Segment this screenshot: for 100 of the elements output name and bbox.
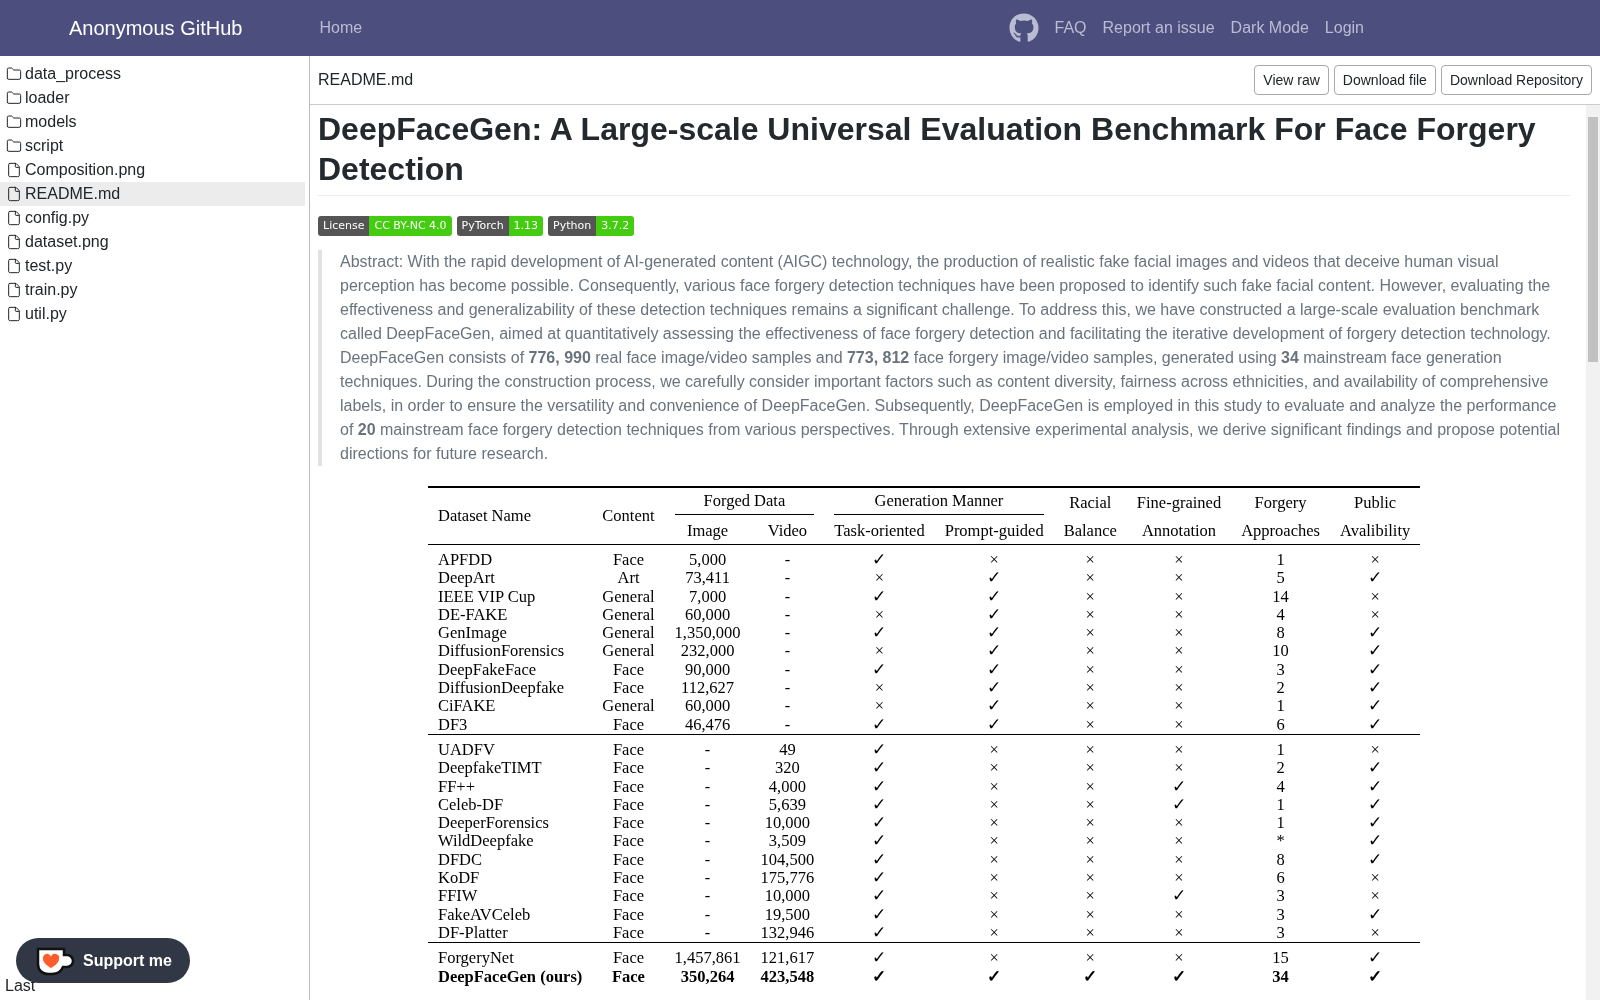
table-cell: ×: [1085, 696, 1095, 716]
nav-link[interactable]: FAQ: [1054, 19, 1087, 37]
table-cell: ✓: [987, 714, 1002, 734]
brand-title[interactable]: Anonymous GitHub: [69, 16, 243, 40]
table-cell: ✓: [872, 948, 887, 968]
github-icon[interactable]: [1008, 13, 1039, 43]
table-cell: ✓: [1172, 886, 1186, 906]
table-cell: 3: [1276, 922, 1285, 942]
table-cell: ✓: [1368, 641, 1383, 661]
table-cell: ×: [989, 849, 999, 869]
table-cell: Face: [612, 794, 645, 814]
table-cell: ×: [1174, 868, 1184, 888]
tree-item[interactable]: loader: [0, 86, 305, 110]
table-cell: ×: [1174, 758, 1184, 778]
table-cell: ✓: [987, 604, 1002, 624]
table-cell: 132,946: [760, 922, 815, 942]
nav-link[interactable]: Report an issue: [1102, 19, 1215, 37]
table-cell: IEEE VIP Cup: [438, 586, 536, 606]
table-cell: ✓: [1368, 568, 1383, 588]
table-cell: 175,776: [760, 868, 815, 888]
table-cell: ×: [1085, 922, 1095, 942]
table-cell: ×: [1174, 813, 1184, 833]
table-cell: ×: [1085, 794, 1095, 814]
nav-link[interactable]: Login: [1324, 19, 1364, 37]
table-cell: -: [704, 831, 711, 851]
table-cell: 15: [1272, 948, 1289, 968]
table-cell: DFDC: [438, 849, 482, 869]
column-header: Forgery: [1254, 493, 1307, 512]
tree-item[interactable]: data_process: [0, 62, 305, 86]
table-cell: DeepFakeFace: [438, 659, 537, 679]
table-cell: ×: [1370, 868, 1380, 888]
table-cell: -: [704, 849, 711, 869]
table-cell: ×: [1085, 586, 1095, 606]
table-cell: ✓: [872, 758, 887, 778]
table-cell: ×: [1085, 550, 1095, 569]
table-cell: -: [784, 568, 791, 588]
nav-link[interactable]: Dark Mode: [1230, 19, 1309, 37]
nav-link[interactable]: Home: [319, 19, 363, 37]
table-cell: FakeAVCeleb: [438, 904, 531, 924]
tree-item[interactable]: README.md: [0, 182, 305, 206]
table-cell: -: [784, 714, 791, 734]
table-cell: ×: [874, 678, 885, 698]
table-cell: Face: [612, 550, 645, 569]
table-cell: APFDD: [438, 550, 493, 569]
table-cell: ×: [989, 831, 999, 851]
tree-item[interactable]: train.py: [0, 278, 305, 302]
support-button[interactable]: Support me: [16, 938, 190, 983]
table-cell: ✓: [987, 586, 1002, 606]
table-cell: ✓: [1368, 813, 1383, 833]
table-cell: ×: [1174, 586, 1184, 606]
table-cell: ×: [1085, 904, 1095, 924]
tree-item[interactable]: config.py: [0, 206, 305, 230]
tree-item[interactable]: test.py: [0, 254, 305, 278]
table-cell: DeepfakeTIMT: [438, 758, 542, 778]
table-cell: -: [784, 678, 791, 698]
table-cell: -: [784, 623, 791, 643]
table-cell: ×: [874, 568, 885, 588]
table-cell: 10: [1272, 641, 1289, 661]
file-action-button[interactable]: Download file: [1333, 65, 1436, 95]
table-cell: ×: [1085, 604, 1095, 624]
table-cell: Face: [612, 904, 645, 924]
table-cell: ×: [1174, 568, 1184, 588]
tree-item[interactable]: Composition.png: [0, 158, 305, 182]
folder-icon: [6, 66, 22, 82]
table-cell: General: [602, 696, 655, 716]
table-cell: ✓: [872, 659, 887, 679]
table-cell: ✓: [1368, 623, 1383, 643]
table-cell: DF3: [438, 714, 468, 734]
table-cell: ×: [1174, 831, 1184, 851]
table-cell: Face: [612, 849, 645, 869]
tree-item[interactable]: script: [0, 134, 305, 158]
file-action-button[interactable]: Download Repository: [1440, 65, 1592, 95]
scrollbar[interactable]: [1586, 105, 1600, 1000]
table-cell: ×: [1085, 849, 1095, 869]
column-group-header: Forged Data: [674, 491, 815, 515]
table-cell: General: [602, 623, 655, 643]
table-cell: ✓: [1368, 678, 1383, 698]
table-cell: WildDeepfake: [438, 831, 534, 851]
table-cell: Face: [612, 886, 645, 906]
table-cell: ×: [1370, 739, 1380, 759]
table-cell: -: [784, 641, 791, 661]
column-header: Public: [1354, 493, 1397, 512]
table-cell: ✓: [1368, 714, 1383, 734]
table-cell: ✓: [872, 623, 887, 643]
table-cell: 1: [1276, 794, 1285, 814]
tree-item[interactable]: util.py: [0, 302, 305, 326]
file-action-button[interactable]: View raw: [1254, 65, 1329, 95]
tree-item[interactable]: dataset.png: [0, 230, 305, 254]
table-cell: ×: [1370, 604, 1380, 624]
tree-item[interactable]: models: [0, 110, 305, 134]
table-cell: -: [704, 904, 711, 924]
table-cell: ✓: [1368, 831, 1383, 851]
table-cell: 112,627: [681, 678, 735, 698]
table-cell: ×: [1085, 831, 1095, 851]
table-cell: Celeb-DF: [438, 794, 504, 814]
table-cell: ✓: [1172, 776, 1186, 796]
table-cell: ✓: [872, 904, 887, 924]
file-icon: [6, 234, 22, 250]
file-icon: [6, 162, 22, 178]
table-cell: 6: [1276, 714, 1285, 734]
